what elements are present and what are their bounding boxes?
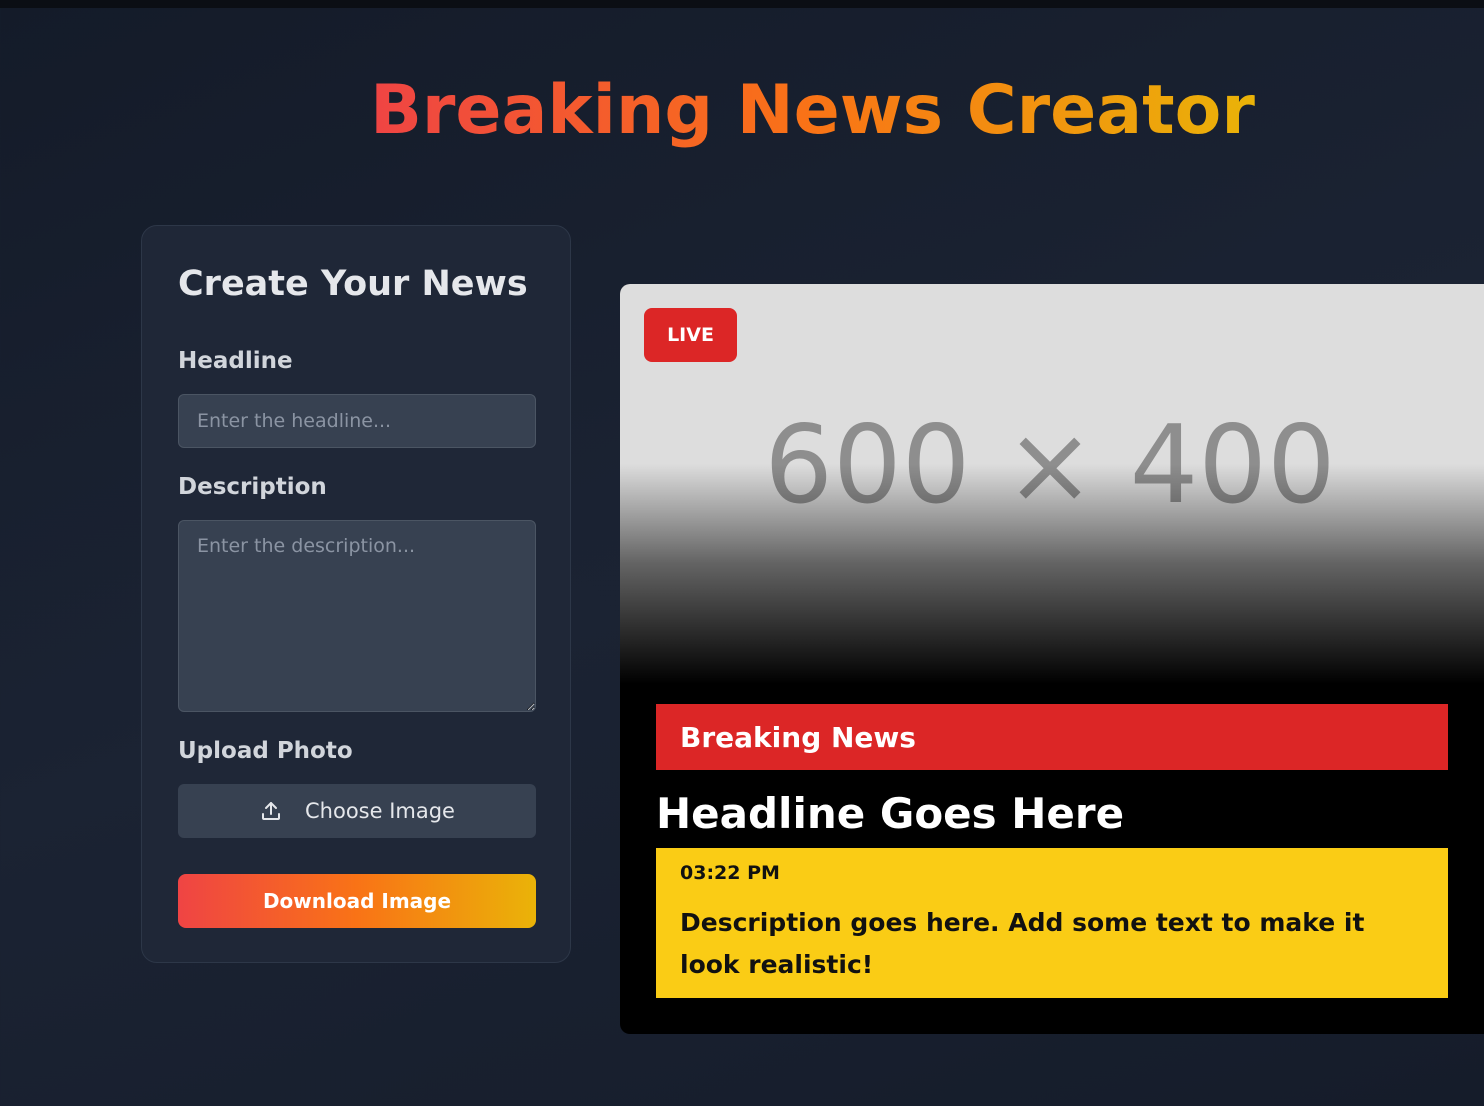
live-badge: LIVE	[644, 308, 737, 362]
description-box: 03:22 PM Description goes here. Add some…	[656, 848, 1448, 998]
news-form-panel: Create Your News Headline Description Up…	[141, 225, 571, 963]
headline-input[interactable]	[178, 394, 536, 448]
preview-description: Description goes here. Add some text to …	[680, 908, 1365, 979]
preview-headline: Headline Goes Here	[656, 789, 1125, 838]
upload-icon	[259, 799, 283, 823]
description-textarea[interactable]	[178, 520, 536, 712]
description-label: Description	[178, 474, 327, 500]
image-gradient-overlay	[620, 464, 1484, 684]
form-title: Create Your News	[178, 264, 528, 304]
news-preview-card: 600 × 400 LIVE Breaking News Headline Go…	[620, 284, 1484, 1034]
upload-label: Upload Photo	[178, 738, 353, 764]
page-title: Breaking News Creator	[0, 74, 1484, 152]
breaking-news-banner: Breaking News	[656, 704, 1448, 770]
timestamp: 03:22 PM	[680, 862, 780, 884]
top-bar	[0, 0, 1484, 8]
page-title-text: Breaking News Creator	[370, 74, 1255, 150]
download-image-button[interactable]: Download Image	[178, 874, 536, 928]
choose-image-label: Choose Image	[305, 799, 455, 823]
choose-image-button[interactable]: Choose Image	[178, 784, 536, 838]
breaking-news-label: Breaking News	[680, 720, 916, 754]
headline-label: Headline	[178, 348, 293, 374]
preview-image: 600 × 400	[620, 284, 1484, 684]
